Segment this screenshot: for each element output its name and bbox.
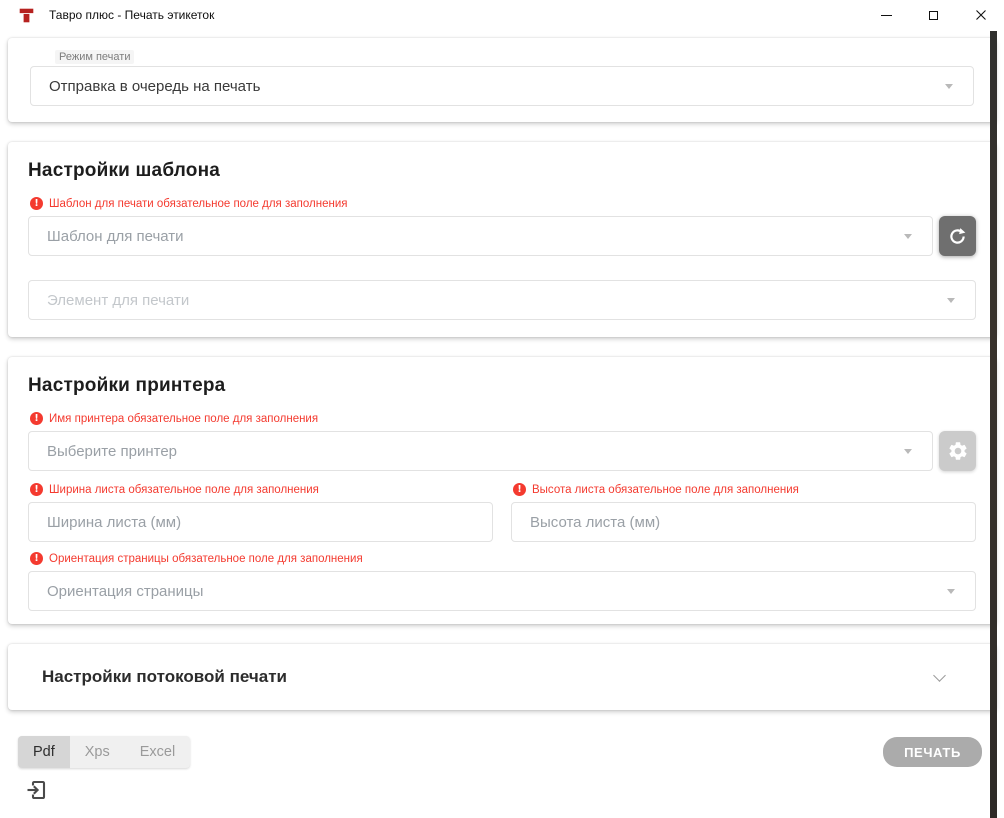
close-icon (975, 9, 987, 21)
orientation-select[interactable]: Ориентация страницы (28, 571, 976, 611)
template-settings-card: Настройки шаблона ! Шаблон для печати об… (8, 142, 996, 337)
close-button[interactable] (957, 0, 1004, 30)
sheet-height-error-text: Высота листа обязательное поле для запол… (532, 484, 799, 496)
minimize-icon (881, 15, 892, 16)
printer-select-placeholder: Выберите принтер (47, 443, 177, 460)
scrollbar[interactable] (990, 31, 997, 818)
sheet-width-group: ! Ширина листа обязательное поле для зап… (28, 483, 493, 542)
window-controls (863, 0, 1004, 30)
sheet-width-error-text: Ширина листа обязательное поле для запол… (49, 484, 319, 496)
tavro-t-logo-icon (18, 7, 35, 24)
main-content: Режим печати Отправка в очередь на печат… (0, 30, 1004, 803)
exclamation-circle-icon: ! (513, 483, 526, 496)
printer-name-error: ! Имя принтера обязательное поле для зап… (30, 412, 976, 425)
printer-settings-card: Настройки принтера ! Имя принтера обязат… (8, 357, 996, 624)
print-mode-label: Режим печати (55, 50, 134, 64)
printer-select-row: Выберите принтер (28, 431, 976, 471)
template-error: ! Шаблон для печати обязательное поле дл… (30, 197, 976, 210)
titlebar: Тавро плюс - Печать этикеток (0, 0, 1004, 30)
element-select[interactable]: Элемент для печати (28, 280, 976, 320)
tab-pdf[interactable]: Pdf (18, 736, 70, 768)
exit-row (8, 768, 996, 803)
print-mode-select[interactable]: Отправка в очередь на печать (30, 66, 974, 106)
sheet-height-input[interactable] (511, 502, 976, 542)
sheet-width-error: ! Ширина листа обязательное поле для зап… (30, 483, 493, 496)
sheet-width-input[interactable] (28, 502, 493, 542)
printer-settings-heading: Настройки принтера (28, 375, 976, 397)
login-arrow-icon (24, 778, 48, 802)
chevron-down-icon (933, 669, 946, 682)
tab-xps[interactable]: Xps (70, 736, 125, 768)
refresh-icon (947, 226, 968, 247)
template-error-text: Шаблон для печати обязательное поле для … (49, 198, 347, 210)
sheet-height-group: ! Высота листа обязательное поле для зап… (511, 483, 976, 542)
print-mode-value: Отправка в очередь на печать (49, 78, 260, 95)
template-select-placeholder: Шаблон для печати (47, 228, 184, 245)
template-settings-heading: Настройки шаблона (28, 160, 976, 182)
chevron-down-icon (947, 589, 955, 594)
maximize-icon (929, 11, 938, 20)
exit-button[interactable] (23, 777, 49, 803)
print-button[interactable]: ПЕЧАТЬ (883, 737, 982, 767)
printer-settings-button[interactable] (939, 431, 976, 471)
stream-print-expander[interactable]: Настройки потоковой печати (8, 644, 996, 710)
chevron-down-icon (904, 234, 912, 239)
refresh-templates-button[interactable] (939, 216, 976, 256)
sheet-size-row: ! Ширина листа обязательное поле для зап… (28, 483, 976, 542)
chevron-down-icon (904, 449, 912, 454)
orientation-select-placeholder: Ориентация страницы (47, 583, 203, 600)
maximize-button[interactable] (910, 0, 957, 30)
footer-bar: Pdf Xps Excel ПЕЧАТЬ (8, 736, 996, 768)
stream-print-heading: Настройки потоковой печати (42, 667, 287, 687)
exclamation-circle-icon: ! (30, 412, 43, 425)
sheet-height-error: ! Высота листа обязательное поле для зап… (513, 483, 976, 496)
orientation-error-text: Ориентация страницы обязательное поле дл… (49, 553, 363, 565)
template-select[interactable]: Шаблон для печати (28, 216, 933, 256)
exclamation-circle-icon: ! (30, 552, 43, 565)
chevron-down-icon (945, 84, 953, 89)
exclamation-circle-icon: ! (30, 197, 43, 210)
tab-excel[interactable]: Excel (125, 736, 190, 768)
window-title: Тавро плюс - Печать этикеток (49, 8, 214, 22)
print-mode-card: Режим печати Отправка в очередь на печат… (8, 38, 996, 122)
output-format-tabs: Pdf Xps Excel (18, 736, 190, 768)
element-select-placeholder: Элемент для печати (47, 292, 189, 309)
chevron-down-icon (947, 298, 955, 303)
minimize-button[interactable] (863, 0, 910, 30)
printer-select[interactable]: Выберите принтер (28, 431, 933, 471)
orientation-error: ! Ориентация страницы обязательное поле … (30, 552, 976, 565)
printer-name-error-text: Имя принтера обязательное поле для запол… (49, 413, 318, 425)
exclamation-circle-icon: ! (30, 483, 43, 496)
template-select-row: Шаблон для печати (28, 216, 976, 256)
gear-icon (947, 440, 969, 462)
